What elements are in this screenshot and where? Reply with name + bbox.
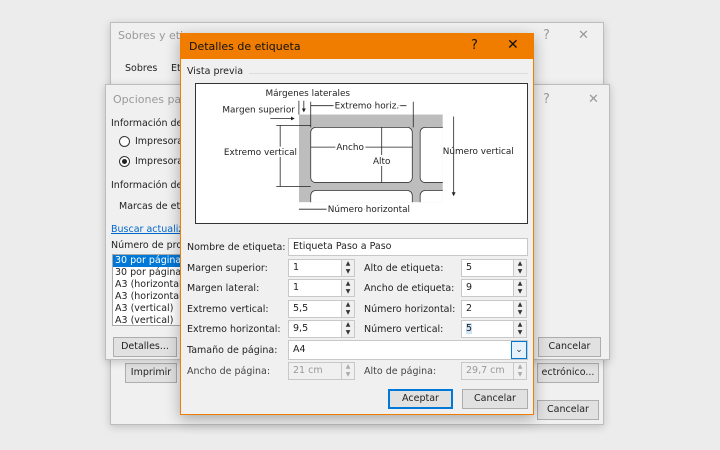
details-button[interactable]: Detalles...	[113, 337, 177, 357]
horizontal-pitch-spinner[interactable]: ▲ ▼	[342, 320, 355, 338]
page-size-label: Tamaño de página:	[187, 345, 278, 356]
preview-vertical-pitch: Extremo vertical	[224, 148, 297, 158]
chevron-down-icon[interactable]: ⌄	[511, 341, 527, 359]
label-preview: Márgenes laterales Margen superior Extre…	[195, 83, 528, 224]
help-button[interactable]: ?	[471, 38, 478, 53]
product-number-label: Número de pro	[111, 240, 183, 251]
number-down-spinner[interactable]: ▲ ▼	[514, 320, 527, 338]
top-margin-label: Margen superior:	[187, 263, 268, 274]
dialog-title: Detalles de etiqueta	[189, 40, 301, 53]
list-item[interactable]: 30 por página	[113, 267, 181, 279]
radio-label: Impresora	[135, 136, 184, 147]
help-button[interactable]: ?	[543, 92, 550, 107]
vertical-pitch-label: Extremo vertical:	[187, 304, 269, 315]
radio-continuous[interactable]	[119, 136, 130, 147]
list-item[interactable]: A3 (horizontal)	[113, 279, 181, 291]
side-margin-input[interactable]: 1	[288, 279, 342, 297]
radio-page-printer[interactable]	[119, 156, 130, 167]
printer-info-heading: Información de	[111, 118, 183, 129]
horizontal-pitch-label: Extremo horizontal:	[187, 324, 281, 335]
label-name-input[interactable]: Etiqueta Paso a Paso	[288, 238, 528, 256]
list-item[interactable]: A3 (horizontal)	[113, 291, 181, 303]
cancel-button[interactable]: Cancelar	[462, 389, 528, 409]
side-margin-label: Margen lateral:	[187, 283, 260, 294]
preview-width: Ancho	[336, 143, 364, 153]
preview-horizontal-pitch: Extremo horiz.	[335, 102, 400, 112]
radio-label: Impresora	[135, 156, 184, 167]
product-number-list[interactable]: 30 por página 30 por página A3 (horizont…	[112, 254, 182, 326]
number-across-label: Número horizontal:	[364, 304, 456, 315]
vertical-pitch-input[interactable]: 5,5	[288, 300, 342, 318]
cancel-button[interactable]: Cancelar	[538, 337, 601, 357]
preview-top-margin: Margen superior	[222, 106, 295, 116]
page-width-spinner: ▲ ▼	[342, 362, 355, 380]
label-height-spinner[interactable]: ▲ ▼	[514, 259, 527, 277]
preview-lateral-margins: Márgenes laterales	[265, 89, 350, 99]
help-button[interactable]: ?	[543, 28, 550, 43]
close-icon[interactable]: ✕	[507, 37, 519, 53]
selected-text: 5	[466, 323, 473, 334]
title-bar: Detalles de etiqueta ? ✕	[181, 34, 533, 59]
label-name-label: Nombre de etiqueta:	[187, 242, 286, 253]
preview-number-across: Número horizontal	[328, 205, 410, 215]
label-info-heading: Información de	[111, 180, 183, 191]
label-details-dialog: Detalles de etiqueta ? ✕ Vista previa Má…	[180, 33, 534, 415]
ok-button[interactable]: Aceptar	[388, 389, 453, 409]
page-width-label: Ancho de página:	[187, 366, 271, 377]
number-across-input[interactable]: 2	[461, 300, 514, 318]
page-size-select[interactable]: A4	[288, 340, 528, 360]
number-down-label: Número vertical:	[364, 324, 444, 335]
cancel-button[interactable]: Cancelar	[537, 400, 599, 420]
horizontal-pitch-input[interactable]: 9,5	[288, 320, 342, 338]
preview-label: Vista previa	[187, 66, 244, 77]
updates-link[interactable]: Buscar actualiza	[111, 224, 189, 235]
label-width-input[interactable]: 9	[461, 279, 514, 297]
page-height-label: Alto de página:	[364, 366, 437, 377]
electronic-postage-button[interactable]: ectrónico...	[537, 363, 599, 383]
top-margin-input[interactable]: 1	[288, 259, 342, 277]
list-item[interactable]: 30 por página	[113, 255, 181, 267]
tab-envelopes[interactable]: Sobres	[125, 63, 157, 74]
preview-height: Alto	[373, 157, 390, 167]
list-item[interactable]: A3 (vertical)	[113, 303, 181, 315]
preview-separator	[249, 73, 528, 74]
label-height-label: Alto de etiqueta:	[364, 263, 444, 274]
label-width-spinner[interactable]: ▲ ▼	[514, 279, 527, 297]
top-margin-spinner[interactable]: ▲ ▼	[342, 259, 355, 277]
page-height-input: 29,7 cm	[461, 362, 514, 380]
close-icon[interactable]: ✕	[588, 92, 599, 107]
label-width-label: Ancho de etiqueta:	[364, 283, 455, 294]
number-down-input[interactable]: 5	[461, 320, 514, 338]
page-width-input: 21 cm	[288, 362, 342, 380]
page-height-spinner: ▲ ▼	[514, 362, 527, 380]
close-icon[interactable]: ✕	[578, 28, 589, 43]
number-across-spinner[interactable]: ▲ ▼	[514, 300, 527, 318]
label-height-input[interactable]: 5	[461, 259, 514, 277]
vendor-label: Marcas de eti	[119, 201, 183, 212]
preview-number-down: Número vertical	[443, 147, 514, 157]
vertical-pitch-spinner[interactable]: ▲ ▼	[342, 300, 355, 318]
print-button[interactable]: Imprimir	[125, 363, 177, 383]
side-margin-spinner[interactable]: ▲ ▼	[342, 279, 355, 297]
list-item[interactable]: A3 (vertical)	[113, 315, 181, 325]
